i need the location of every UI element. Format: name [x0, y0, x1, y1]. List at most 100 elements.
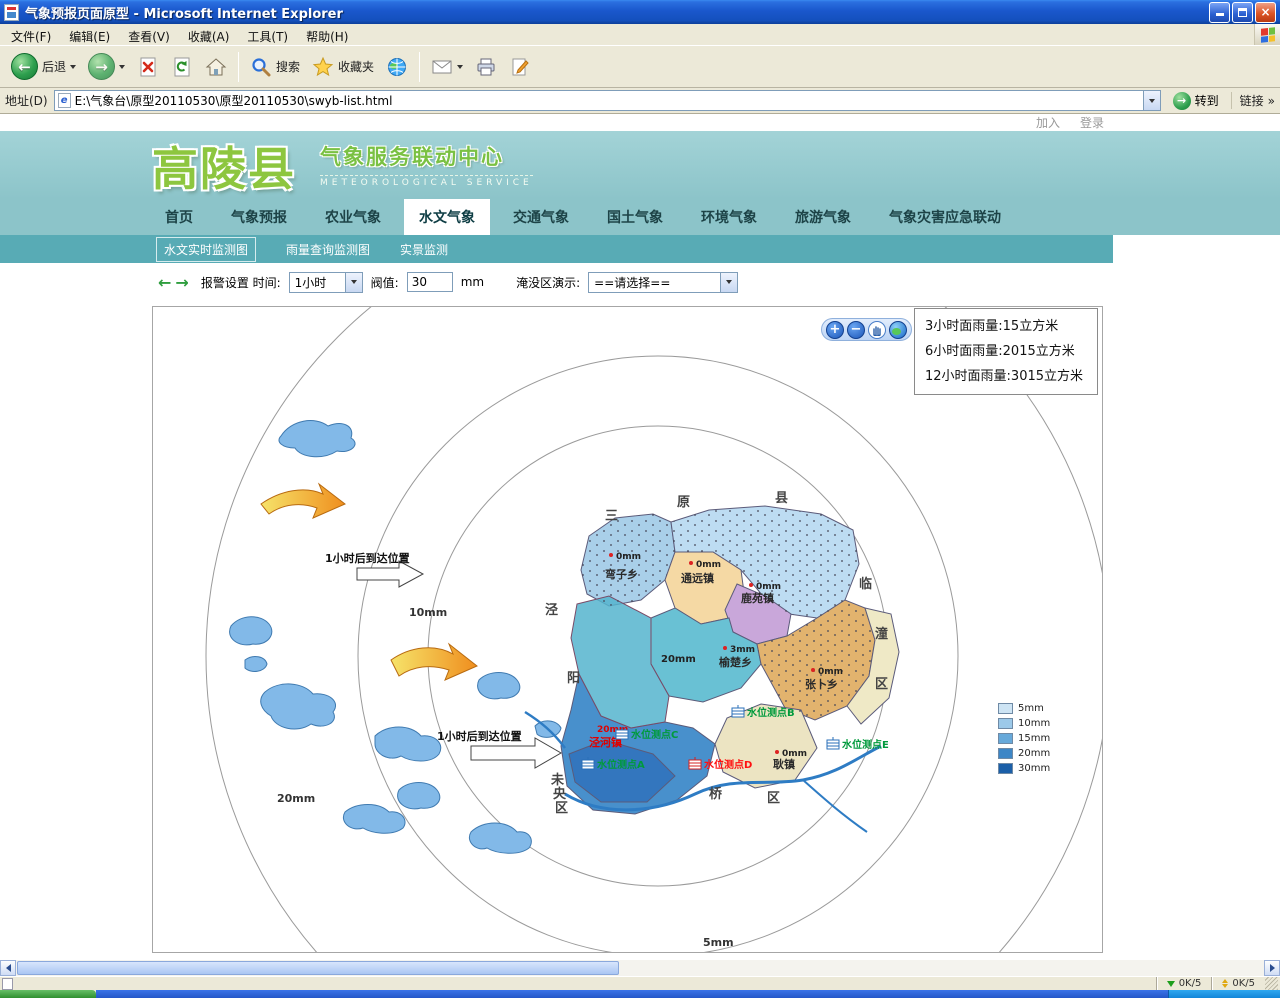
login-link[interactable]: 登录 — [1080, 114, 1104, 131]
full-extent-button[interactable] — [889, 321, 907, 339]
monitoring-map[interactable]: 10mm 20mm 5mm — [153, 307, 1102, 952]
resize-grip[interactable] — [1265, 977, 1278, 990]
menu-edit[interactable]: 编辑(E) — [60, 24, 119, 45]
system-tray[interactable] — [1168, 990, 1280, 998]
rain-gauge-icon — [723, 646, 727, 650]
threshold-input[interactable] — [407, 272, 453, 292]
minimize-button[interactable] — [1209, 2, 1230, 23]
neighbor-label: 未 — [550, 772, 565, 788]
links-chevron-icon: » — [1268, 94, 1275, 108]
page-icon: e — [58, 93, 71, 108]
station-icon — [827, 740, 839, 749]
subnav-live-view[interactable]: 实景监测 — [400, 241, 448, 258]
address-dropdown-button[interactable] — [1143, 91, 1160, 110]
station-E[interactable]: 水位测点E — [827, 737, 889, 751]
links-bar[interactable]: 链接 » — [1231, 92, 1275, 109]
start-button[interactable] — [0, 990, 96, 998]
status-page-icon — [2, 978, 13, 990]
prev-arrow-icon[interactable]: ← — [158, 273, 175, 292]
forward-button[interactable]: → — [83, 51, 130, 82]
mail-icon — [431, 58, 453, 76]
window-title: 气象预报页面原型 - Microsoft Internet Explorer — [25, 3, 1207, 22]
refresh-button[interactable] — [166, 54, 198, 80]
subnav-rainfall-query[interactable]: 雨量查询监测图 — [286, 241, 370, 258]
menu-tools[interactable]: 工具(T) — [238, 24, 297, 45]
edit-button[interactable] — [504, 54, 536, 80]
scrollbar-thumb[interactable] — [17, 961, 619, 975]
mail-dropdown-icon[interactable] — [457, 65, 463, 69]
flood-select[interactable]: ==请选择== — [588, 272, 738, 293]
nav-land[interactable]: 国土气象 — [592, 199, 678, 235]
neighbor-label: 原 — [677, 495, 690, 510]
menu-help[interactable]: 帮助(H) — [297, 24, 357, 45]
join-link[interactable]: 加入 — [1036, 114, 1060, 131]
windows-flag-icon — [1261, 27, 1275, 42]
subnav-realtime-monitor[interactable]: 水文实时监测图 — [156, 237, 256, 262]
time-select[interactable]: 1小时 — [289, 272, 363, 293]
home-button[interactable] — [200, 54, 232, 80]
download-status-left: 0K/5 — [1156, 977, 1212, 990]
mail-button[interactable] — [426, 56, 468, 78]
district-label: 榆楚乡 — [719, 655, 752, 669]
next-arrow-icon[interactable]: → — [175, 273, 192, 292]
scroll-left-button[interactable] — [0, 960, 16, 976]
time-select-drop[interactable] — [345, 273, 362, 292]
horizontal-scrollbar[interactable] — [0, 960, 1280, 976]
search-button[interactable]: 搜索 — [245, 54, 305, 80]
nav-hydrology[interactable]: 水文气象 — [404, 199, 490, 235]
subnav-row: 水文实时监测图 雨量查询监测图 实景监测 — [0, 235, 1280, 263]
maximize-button[interactable] — [1232, 2, 1253, 23]
station-B[interactable]: 水位测点B — [732, 705, 795, 719]
scroll-right-button[interactable] — [1264, 960, 1280, 976]
storm-motion-arrows — [261, 484, 477, 680]
toolbar-separator — [419, 52, 420, 82]
back-dropdown-icon[interactable] — [70, 65, 76, 69]
ring-label-20mm: 20mm — [277, 792, 315, 805]
forward-icon: → — [88, 53, 115, 80]
flood-demo-label: 淹没区演示: — [516, 274, 580, 291]
station-label: 水位测点A — [596, 758, 645, 771]
nav-environment[interactable]: 环境气象 — [686, 199, 772, 235]
go-button[interactable]: → 转到 — [1167, 90, 1225, 112]
refresh-icon — [171, 56, 193, 78]
nav-tourism[interactable]: 旅游气象 — [780, 199, 866, 235]
menu-file[interactable]: 文件(F) — [2, 24, 60, 45]
zoom-in-icon: + — [830, 323, 841, 336]
back-button[interactable]: ← 后退 — [6, 51, 81, 82]
menu-favorites[interactable]: 收藏(A) — [179, 24, 239, 45]
nav-weather-forecast[interactable]: 气象预报 — [216, 199, 302, 235]
window-titlebar: 气象预报页面原型 - Microsoft Internet Explorer × — [0, 0, 1280, 24]
page-viewport: 加入 登录 高陵县 气象服务联动中心 METEOROLOGICAL SERVIC… — [0, 114, 1280, 960]
rain-gauge-icon — [689, 561, 693, 565]
close-button[interactable]: × — [1255, 2, 1276, 23]
history-button[interactable] — [381, 54, 413, 80]
nav-agriculture[interactable]: 农业气象 — [310, 199, 396, 235]
pan-button[interactable] — [868, 321, 886, 339]
nav-home[interactable]: 首页 — [150, 199, 208, 235]
nav-traffic[interactable]: 交通气象 — [498, 199, 584, 235]
address-value[interactable]: E:\气象台\原型20110530\原型20110530\swyb-list.h… — [75, 92, 1139, 109]
taskbar-main[interactable] — [96, 990, 1168, 998]
forward-dropdown-icon[interactable] — [119, 65, 125, 69]
print-button[interactable] — [470, 54, 502, 80]
favorites-button[interactable]: 收藏夹 — [307, 54, 379, 80]
rain-label: 0mm — [616, 552, 641, 562]
menu-view[interactable]: 查看(V) — [119, 24, 179, 45]
district-label: 张卜乡 — [805, 677, 838, 691]
map-toolbar: + − — [821, 318, 912, 341]
rain-label: 3mm — [730, 645, 755, 655]
legend-swatch — [998, 733, 1013, 744]
chevron-down-icon — [1149, 99, 1155, 103]
search-icon — [250, 56, 272, 78]
stop-button[interactable] — [132, 54, 164, 80]
nav-disaster-emergency[interactable]: 气象灾害应急联动 — [874, 199, 1016, 235]
neighbor-label: 桥 — [709, 786, 723, 802]
flood-select-drop[interactable] — [720, 273, 737, 292]
zoom-in-button[interactable]: + — [826, 321, 844, 339]
address-input[interactable]: e E:\气象台\原型20110530\原型20110530\swyb-list… — [54, 90, 1161, 111]
zoom-out-button[interactable]: − — [847, 321, 865, 339]
sub-nav: 水文实时监测图 雨量查询监测图 实景监测 — [0, 235, 1113, 263]
rainfall-3h: 3小时面雨量:15立方米 — [925, 314, 1087, 339]
site-logo-subtitle: METEOROLOGICAL SERVICE — [320, 175, 533, 188]
rain-cloud-blobs — [230, 421, 561, 854]
